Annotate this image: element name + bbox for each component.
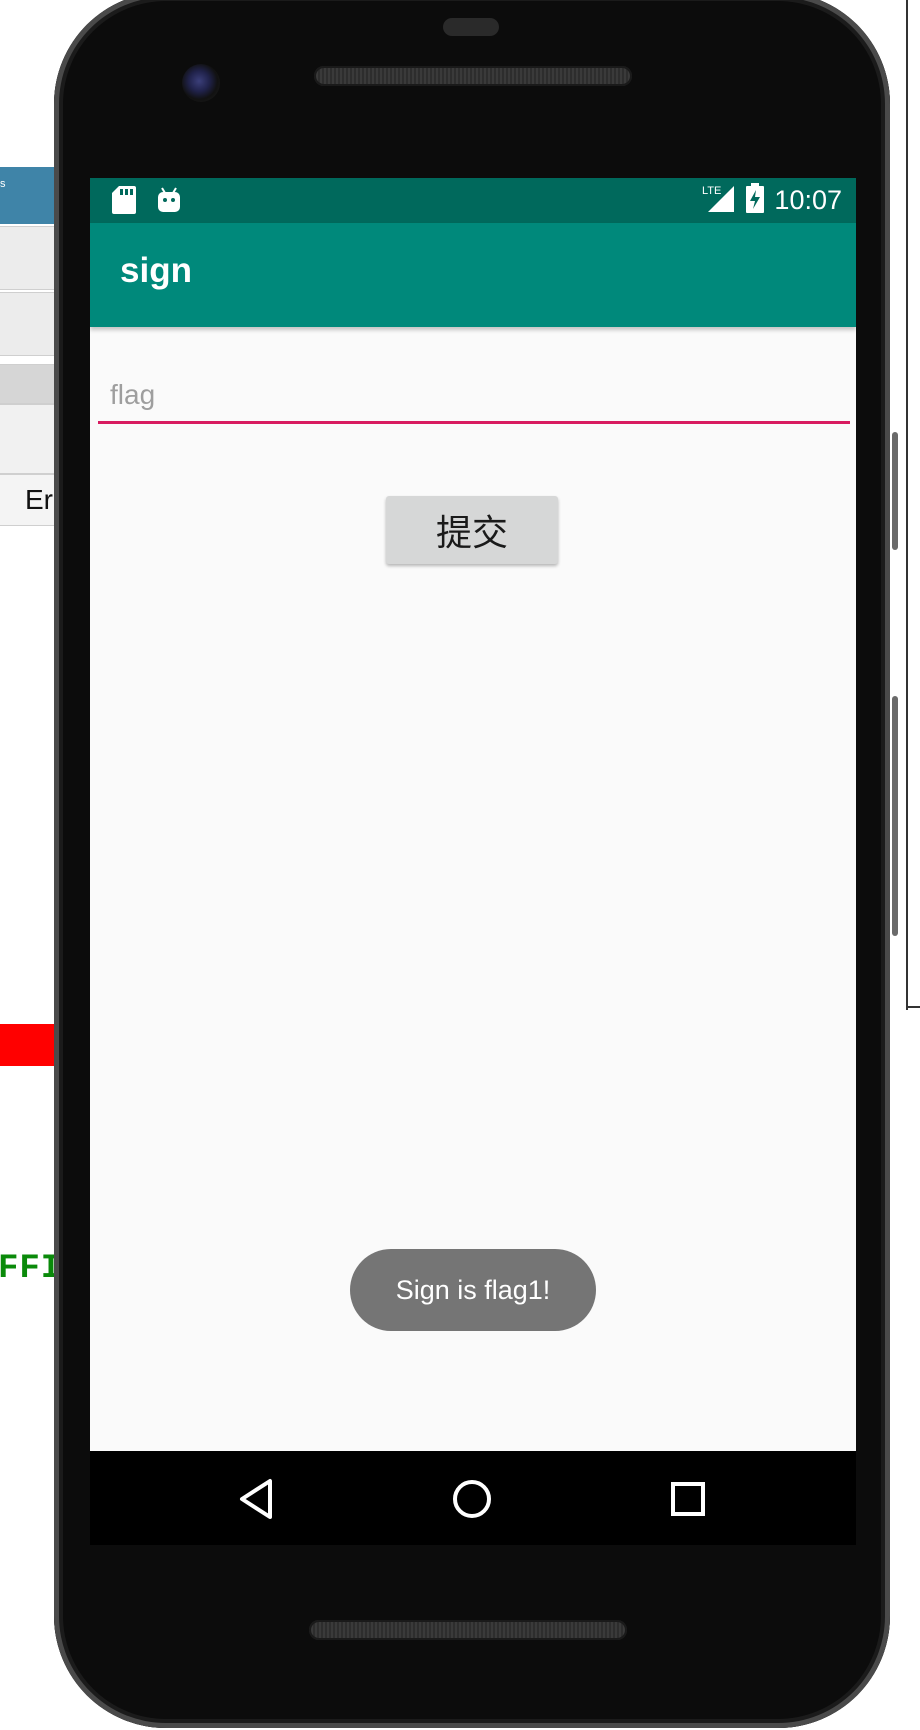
sd-card-icon	[112, 186, 136, 219]
toast-message: Sign is flag1!	[350, 1249, 596, 1331]
home-button[interactable]	[444, 1471, 500, 1527]
svg-text:LTE: LTE	[702, 185, 721, 197]
phone-screen: LTE 10:07 sign 提交 Sign is flag1!	[90, 178, 856, 1451]
status-bar: LTE 10:07	[90, 178, 856, 223]
android-icon	[156, 186, 182, 219]
app-toolbar: sign	[90, 223, 856, 327]
background-toolbar-row	[0, 226, 60, 290]
status-time: 10:07	[774, 185, 842, 215]
background-window: s Er FFI	[0, 0, 63, 1730]
background-tab-label: Er	[25, 484, 53, 515]
front-camera	[182, 64, 220, 102]
background-highlight-bar	[0, 1024, 60, 1066]
recents-button[interactable]	[660, 1471, 716, 1527]
background-toolbar-row	[0, 404, 60, 474]
status-bar-notifications	[112, 186, 182, 219]
navigation-bar	[90, 1451, 856, 1545]
back-icon	[240, 1479, 272, 1519]
status-bar-system: LTE 10:07	[702, 183, 842, 218]
volume-rocker[interactable]	[892, 696, 898, 936]
background-window-edge	[906, 0, 908, 1010]
battery-charging-icon	[746, 183, 765, 218]
background-window-title-glyph: s	[0, 178, 6, 190]
background-window-edge	[906, 1006, 920, 1008]
bottom-speaker-grille	[309, 1620, 627, 1640]
signal-icon: LTE	[702, 184, 736, 217]
submit-button[interactable]: 提交	[386, 496, 558, 564]
top-sensor	[443, 18, 499, 36]
recents-icon	[671, 1482, 705, 1516]
background-toolbar-row	[0, 364, 60, 404]
back-button[interactable]	[228, 1471, 284, 1527]
background-toolbar-row	[0, 292, 60, 356]
home-icon	[453, 1480, 491, 1518]
app-title: sign	[120, 251, 192, 290]
background-code-text: FFI	[0, 1250, 63, 1288]
background-window-titlebar	[0, 167, 60, 224]
top-speaker-grille	[314, 66, 632, 86]
flag-input[interactable]	[98, 368, 850, 424]
power-button[interactable]	[892, 432, 898, 550]
